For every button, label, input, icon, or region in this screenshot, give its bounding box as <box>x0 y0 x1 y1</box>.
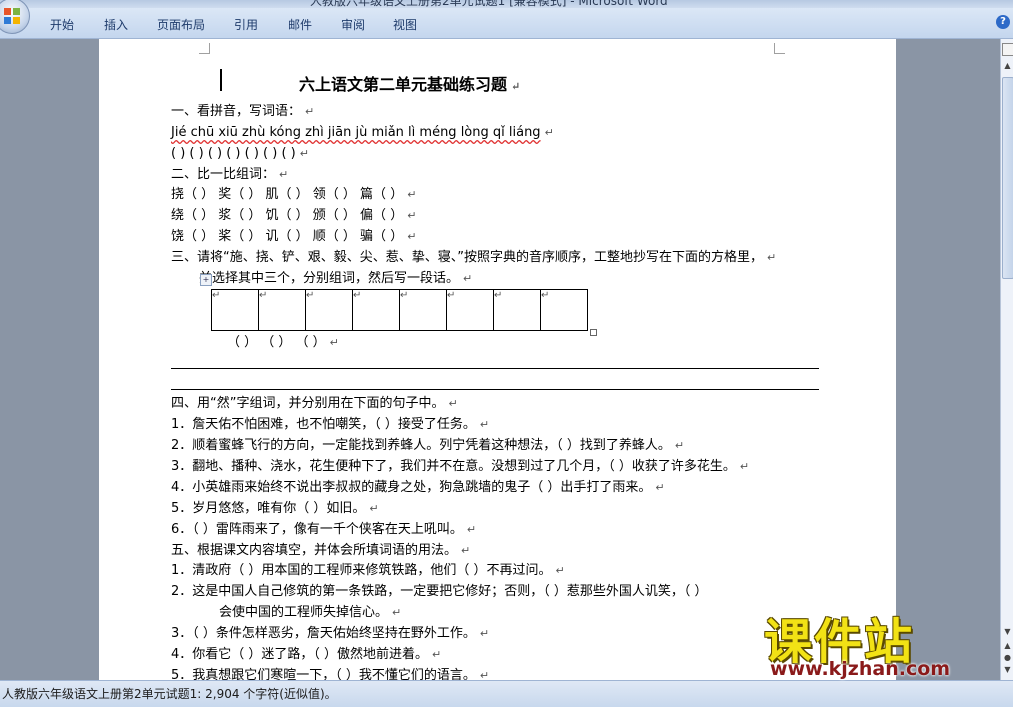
blank-line: （ ） （ ） （ ） ↵ <box>227 335 339 350</box>
question-line: 2．顺着蜜蜂飞行的方向，一定能找到养蜂人。列宁凭着这种想法，（ ）找到了养蜂人。… <box>171 438 685 453</box>
writing-rule-line <box>171 368 819 369</box>
grid-cell[interactable]: ↵ <box>305 289 353 331</box>
section-heading: 一、看拼音，写词语： ↵ <box>171 104 315 119</box>
crop-mark <box>774 43 785 54</box>
question-line: 3．翻地、播种、浇水，花生便种下了，我们并不在意。没想到过了几个月，（ ）收获了… <box>171 459 750 474</box>
tab-page-layout[interactable]: 页面布局 <box>157 16 205 33</box>
question-line: 5．岁月悠悠，唯有你（ ）如旧。 ↵ <box>171 501 379 516</box>
view-ruler-icon[interactable] <box>1002 43 1013 56</box>
grid-cell[interactable]: ↵ <box>211 289 259 331</box>
question-line: 4．你看它（ ）迷了路，（ ）傲然地前进着。 ↵ <box>171 647 442 662</box>
watermark-url: www.kjzhan.com <box>770 658 951 680</box>
crop-mark <box>199 43 210 54</box>
writing-rule-line <box>171 389 819 390</box>
status-bar: 人教版六年级语文上册第2单元试题1: 2,904 个字符(近似值)。 <box>0 680 1013 707</box>
tab-mailings[interactable]: 邮件 <box>288 16 312 33</box>
compare-words-row: 饶（ ） 桨（ ） 讥（ ） 顺（ ） 骗（ ） ↵ <box>171 229 417 244</box>
scroll-up-icon[interactable]: ▲ <box>1002 61 1013 71</box>
compare-words-row: 挠（ ） 奖（ ） 肌（ ） 领（ ） 篇（ ） ↵ <box>171 187 417 202</box>
compare-words-row: 绕（ ） 浆（ ） 饥（ ） 颁（ ） 偏（ ） ↵ <box>171 208 417 223</box>
question-line: 1．詹天佑不怕困难，也不怕嘲笑，（ ）接受了任务。 ↵ <box>171 417 490 432</box>
document-workspace: 六上语文第二单元基础练习题 ↵ 一、看拼音，写词语： ↵ Jié chū xiū z… <box>0 39 1000 680</box>
ribbon: 开始 插入 页面布局 引用 邮件 审阅 视图 ? <box>0 0 1013 39</box>
grid-cell[interactable]: ↵ <box>446 289 494 331</box>
tab-insert[interactable]: 插入 <box>104 16 128 33</box>
writing-grid[interactable]: ↵ ↵ ↵ ↵ ↵ ↵ ↵ ↵ <box>211 289 588 331</box>
question-line: 6．（ ）雷阵雨来了，像有一千个侠客在天上吼叫。 ↵ <box>171 522 477 537</box>
pinyin-line: Jié chū xiū zhù kóng zhì jiān jù miǎn lì… <box>171 125 554 140</box>
title-bar: 人教版六年级语文上册第2单元试题1 [兼容模式] - Microsoft Wor… <box>0 0 1013 8</box>
text-cursor <box>220 69 222 91</box>
vertical-scrollbar[interactable]: ▲ ▼ ▲ ● ▼ <box>1000 39 1013 680</box>
section-heading: 四、用“然”字组词，并分别用在下面的句子中。 ↵ <box>171 396 458 411</box>
office-logo-icon <box>4 8 20 24</box>
tab-review[interactable]: 审阅 <box>341 16 365 33</box>
watermark-logo: 课件站 www.kjzhan.com <box>764 602 1004 682</box>
table-resize-handle[interactable] <box>590 329 597 336</box>
word-count-status[interactable]: 人教版六年级语文上册第2单元试题1: 2,904 个字符(近似值)。 <box>2 685 337 702</box>
blank-line: ( ) ( ) ( ) ( ) ( ) ( ) ( ) ↵ <box>171 146 309 161</box>
question-line: 5．我真想跟它们寒暄一下，（ ）我不懂它们的语言。 ↵ <box>171 668 490 680</box>
grid-cell[interactable]: ↵ <box>399 289 447 331</box>
tab-view[interactable]: 视图 <box>393 16 417 33</box>
question-line: 2．这是中国人自己修筑的第一条铁路，一定要把它修好；否则，（ ）惹那些外国人讥笑… <box>171 584 708 599</box>
section-heading: 三、请将“施、挠、铲、艰、毅、尖、惹、挚、寝、”按照字典的音序顺序，工整地抄写在… <box>171 250 777 265</box>
scroll-thumb[interactable] <box>1002 77 1013 279</box>
question-line: 4．小英雄雨来始终不说出李叔叔的藏身之处，狗急跳墙的鬼子（ ）出手打了雨来。 ↵ <box>171 480 665 495</box>
question-line: 会使中国的工程师失掉信心。 ↵ <box>219 605 402 620</box>
help-icon[interactable]: ? <box>996 15 1010 29</box>
grid-cell[interactable]: ↵ <box>540 289 588 331</box>
grid-cell[interactable]: ↵ <box>352 289 400 331</box>
question-line: 3．（ ）条件怎样恶劣，詹天佑始终坚持在野外工作。 ↵ <box>171 626 490 641</box>
window-title: 人教版六年级语文上册第2单元试题1 [兼容模式] - Microsoft Wor… <box>310 0 668 8</box>
question-line: 1．清政府（ ）用本国的工程师来修筑铁路，他们（ ）不再过问。 ↵ <box>171 563 565 578</box>
table-move-handle[interactable]: + <box>200 274 212 286</box>
grid-cell[interactable]: ↵ <box>493 289 541 331</box>
document-title: 六上语文第二单元基础练习题 ↵ <box>299 75 521 94</box>
tab-home[interactable]: 开始 <box>50 16 74 33</box>
tab-references[interactable]: 引用 <box>234 16 258 33</box>
section-heading: 五、根据课文内容填空，并体会所填词语的用法。 ↵ <box>171 543 471 558</box>
document-page[interactable]: 六上语文第二单元基础练习题 ↵ 一、看拼音，写词语： ↵ Jié chū xiū z… <box>99 39 896 680</box>
instruction-line: 并选择其中三个，分别组词，然后写一段话。 ↵ <box>199 271 473 286</box>
section-heading: 二、比一比组词： ↵ <box>171 167 289 182</box>
office-button[interactable] <box>0 0 30 34</box>
grid-cell[interactable]: ↵ <box>258 289 306 331</box>
